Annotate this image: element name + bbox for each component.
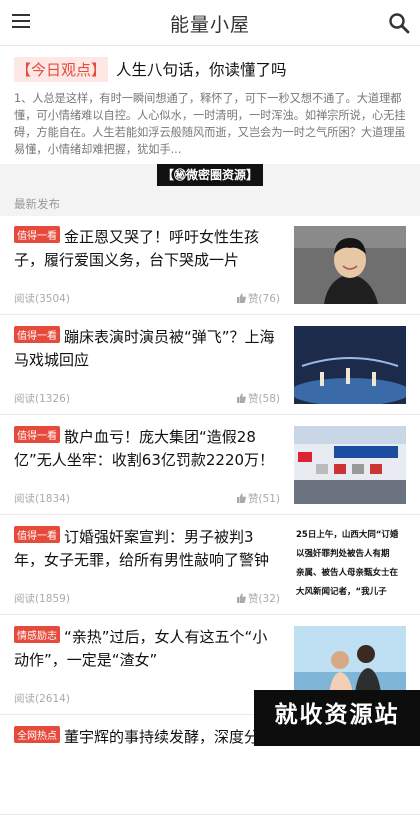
featured-headline[interactable]: 人生八句话，你读懂了吗: [116, 58, 287, 80]
read-count: 阅读(3504): [14, 293, 70, 305]
like-count: 赞(76): [247, 293, 280, 305]
top-bar: 能量小屋: [0, 0, 420, 46]
watermark-strip: 【㊙微密圈资源】: [0, 164, 420, 192]
read-count: 阅读(1834): [14, 493, 70, 505]
thumbs-up-icon: [236, 293, 246, 303]
list-item[interactable]: 值得一看 蹦床表演时演员被“弹飞”？上海马戏城回应 阅读(1326) 赞(58): [0, 316, 420, 415]
like-count: 赞(32): [247, 593, 280, 605]
article-thumbnail[interactable]: [294, 426, 406, 504]
list-item[interactable]: 值得一看 散户血亏！庞大集团“造假28亿”无人坐牢：收割63亿罚款2220万！ 阅…: [0, 416, 420, 515]
list-item[interactable]: 值得一看 订婚强奸案宣判：男子被判3年，女子无罪，给所有男性敲响了警钟 阅读(18…: [0, 516, 420, 615]
read-count: 阅读(2614): [14, 693, 70, 705]
category-badge: 值得一看: [14, 526, 60, 543]
read-count: 阅读(1859): [14, 593, 70, 605]
read-count: 阅读(1326): [14, 393, 70, 405]
like-count: 赞(51): [247, 493, 280, 505]
like-button[interactable]: 赞(32): [236, 591, 280, 606]
featured-excerpt: 1、人总是这样，有时一瞬间想通了，释怀了，可下一秒又想不通了。大道理都懂，可小情…: [14, 92, 406, 156]
category-badge: 值得一看: [14, 426, 60, 443]
app-title: 能量小屋: [169, 14, 250, 36]
featured-article[interactable]: 【今日观点】 人生八句话，你读懂了吗 1、人总是这样，有时一瞬间想通了，释怀了，…: [0, 46, 420, 164]
category-badge: 全网热点: [14, 726, 60, 743]
like-button[interactable]: 赞(51): [236, 491, 280, 506]
category-badge: 值得一看: [14, 326, 60, 343]
article-thumbnail[interactable]: 25日上午，山西大同“订婚 以强奸罪判处被告人有期 亲属、被告人母亲甄女士在 大…: [294, 526, 406, 604]
article-thumbnail[interactable]: [294, 326, 406, 404]
thumbs-up-icon: [236, 493, 246, 503]
category-badge: 值得一看: [14, 226, 60, 243]
watermark-top: 【㊙微密圈资源】: [157, 164, 263, 186]
watermark-bottom: 就收资源站: [254, 690, 420, 746]
article-thumbnail[interactable]: [294, 226, 406, 304]
section-label: 最新发布: [0, 192, 420, 216]
search-icon[interactable]: [388, 12, 410, 34]
category-badge: 情感励志: [14, 626, 60, 643]
thumbs-up-icon: [236, 393, 246, 403]
like-count: 赞(58): [247, 393, 280, 405]
list-item[interactable]: 值得一看 金正恩又哭了！呼吁女性生孩子，履行爱国义务，台下哭成一片 阅读(3504…: [0, 216, 420, 315]
article-title[interactable]: 董宇辉的事持续发酵，深度分析: [64, 728, 274, 746]
like-button[interactable]: 赞(58): [236, 391, 280, 406]
thumbs-up-icon: [236, 593, 246, 603]
like-button[interactable]: 赞(76): [236, 291, 280, 306]
featured-tag: 【今日观点】: [14, 56, 109, 82]
